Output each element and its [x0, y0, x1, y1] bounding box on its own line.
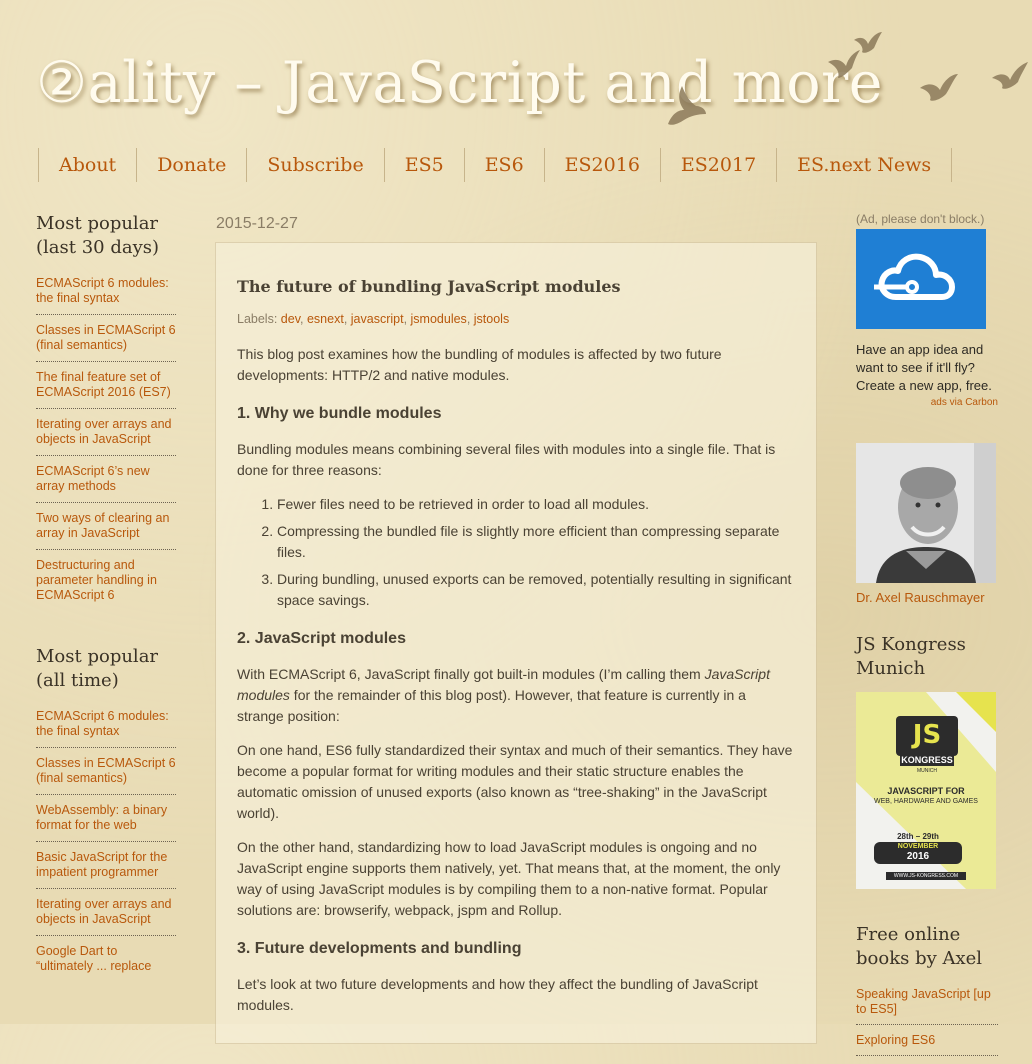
bird-decoration-icon [920, 74, 958, 101]
popular-link[interactable]: Google Dart to “ultimately ... replace [36, 944, 176, 982]
js-kongress-banner[interactable]: JS KONGRESS MUNICH JAVASCRIPT FOR WEB, H… [856, 692, 996, 889]
text-span: for the remainder of this blog post). Ho… [237, 687, 746, 724]
kongress-url: WWW.JS-KONGRESS.COM [893, 873, 959, 879]
popular-link[interactable]: ECMAScript 6 modules: the final syntax [36, 709, 176, 748]
popular-link[interactable]: Two ways of clearing an array in JavaScr… [36, 511, 176, 550]
list-item: Compressing the bundled file is slightly… [277, 521, 794, 563]
nav-es5[interactable]: ES5 [385, 148, 465, 182]
post-paragraph: On the other hand, standardizing how to … [237, 839, 781, 918]
ad-text[interactable]: Have an app idea and want to see if it'l… [856, 341, 998, 395]
list-item: Fewer files need to be retrieved in orde… [277, 494, 794, 515]
author-name-link[interactable]: Dr. Axel Rauschmayer [856, 590, 998, 605]
ad-note: (Ad, please don't block.) [856, 212, 985, 226]
nav-about[interactable]: About [39, 148, 138, 182]
popular-link[interactable]: Iterating over arrays and objects in Jav… [36, 417, 176, 456]
kongress-logo: JS [912, 720, 942, 750]
bird-decoration-icon [854, 32, 882, 53]
text-span: With ECMAScript 6, JavaScript finally go… [237, 666, 705, 682]
label-link[interactable]: dev [281, 312, 300, 326]
kongress-tagline: WEB, HARDWARE AND GAMES [874, 798, 978, 805]
popular-link[interactable]: WebAssembly: a binary format for the web [36, 803, 176, 842]
kongress-tagline: JAVASCRIPT FOR [887, 786, 965, 796]
popular-link[interactable]: ECMAScript 6’s new array methods [36, 464, 176, 503]
popular-30-days-heading: Most popular (last 30 days) [36, 213, 160, 258]
post-paragraph: Let’s look at two future developments an… [237, 976, 758, 1013]
section-heading: 2. JavaScript modules [237, 630, 406, 647]
nav-es6[interactable]: ES6 [465, 148, 545, 182]
label-link[interactable]: jstools [474, 312, 509, 326]
nav-subscribe[interactable]: Subscribe [247, 148, 385, 182]
post-paragraph: On one hand, ES6 fully standardized thei… [237, 742, 793, 821]
book-link[interactable]: Speaking JavaScript [up to ES5] [856, 987, 998, 1025]
nav-es2017[interactable]: ES2017 [661, 148, 778, 182]
free-books-heading: Free online books by Axel [856, 924, 983, 969]
popular-all-time-list: ECMAScript 6 modules: the final syntax C… [36, 709, 176, 982]
ads-via-carbon-link[interactable]: ads via Carbon [856, 397, 998, 408]
reasons-list: Fewer files need to be retrieved in orde… [237, 494, 794, 611]
right-sidebar: (Ad, please don't block.) Have an app id… [856, 212, 998, 1064]
main-nav: About Donate Subscribe ES5 ES6 ES2016 ES… [38, 148, 953, 182]
label-link[interactable]: esnext [307, 312, 344, 326]
kongress-month: NOVEMBER [897, 843, 939, 850]
nav-es2016[interactable]: ES2016 [545, 148, 661, 182]
bird-decoration-icon [992, 62, 1028, 89]
author-avatar[interactable] [856, 443, 996, 583]
section-heading: 1. Why we bundle modules [237, 405, 442, 422]
post-labels: Labels: dev, esnext, javascript, jsmodul… [237, 312, 510, 326]
kongress-dates: 28th – 29th [897, 832, 939, 841]
section-heading: 3. Future developments and bundling [237, 940, 522, 957]
labels-prefix: Labels: [237, 312, 278, 326]
blog-post: The future of bundling JavaScript module… [216, 243, 816, 1043]
books-list: Speaking JavaScript [up to ES5] Explorin… [856, 987, 998, 1056]
popular-30-days-list: ECMAScript 6 modules: the final syntax C… [36, 276, 176, 611]
nav-esnext-news[interactable]: ES.next News [777, 148, 953, 182]
popular-link[interactable]: Classes in ECMAScript 6 (final semantics… [36, 756, 176, 795]
post-paragraph: Bundling modules means combining several… [237, 441, 776, 478]
kongress-year: 2016 [906, 851, 930, 862]
popular-link[interactable]: Destructuring and parameter handling in … [36, 558, 176, 611]
popular-link[interactable]: ECMAScript 6 modules: the final syntax [36, 276, 176, 315]
popular-all-time-heading: Most popular (all time) [36, 646, 159, 691]
post-date: 2015-12-27 [216, 215, 298, 232]
popular-link[interactable]: Iterating over arrays and objects in Jav… [36, 897, 176, 936]
cloud-icon [874, 253, 955, 300]
kongress-brand: KONGRESS [901, 755, 953, 765]
post-intro: This blog post examines how the bundling… [237, 346, 722, 383]
list-item: During bundling, unused exports can be r… [277, 569, 794, 611]
kongress-city: MUNICH [917, 768, 937, 774]
label-link[interactable]: jsmodules [411, 312, 467, 326]
nav-donate[interactable]: Donate [137, 148, 248, 182]
left-sidebar: Most popular (last 30 days) ECMAScript 6… [36, 212, 176, 1016]
bird-decoration-icon [668, 86, 706, 125]
post-paragraph: With ECMAScript 6, JavaScript finally go… [237, 664, 794, 727]
popular-link[interactable]: The final feature set of ECMAScript 2016… [36, 370, 176, 409]
popular-link[interactable]: Basic JavaScript for the impatient progr… [36, 850, 176, 889]
label-link[interactable]: javascript [351, 312, 404, 326]
author-photo-icon [856, 443, 996, 583]
book-link[interactable]: Exploring ES6 [856, 1033, 998, 1056]
popular-link[interactable]: Classes in ECMAScript 6 (final semantics… [36, 323, 176, 362]
site-title[interactable]: ②ality – JavaScript and more [36, 50, 883, 116]
ad-image[interactable] [856, 229, 986, 329]
js-kongress-heading: JS Kongress Munich [856, 634, 966, 679]
post-title[interactable]: The future of bundling JavaScript module… [237, 277, 794, 297]
